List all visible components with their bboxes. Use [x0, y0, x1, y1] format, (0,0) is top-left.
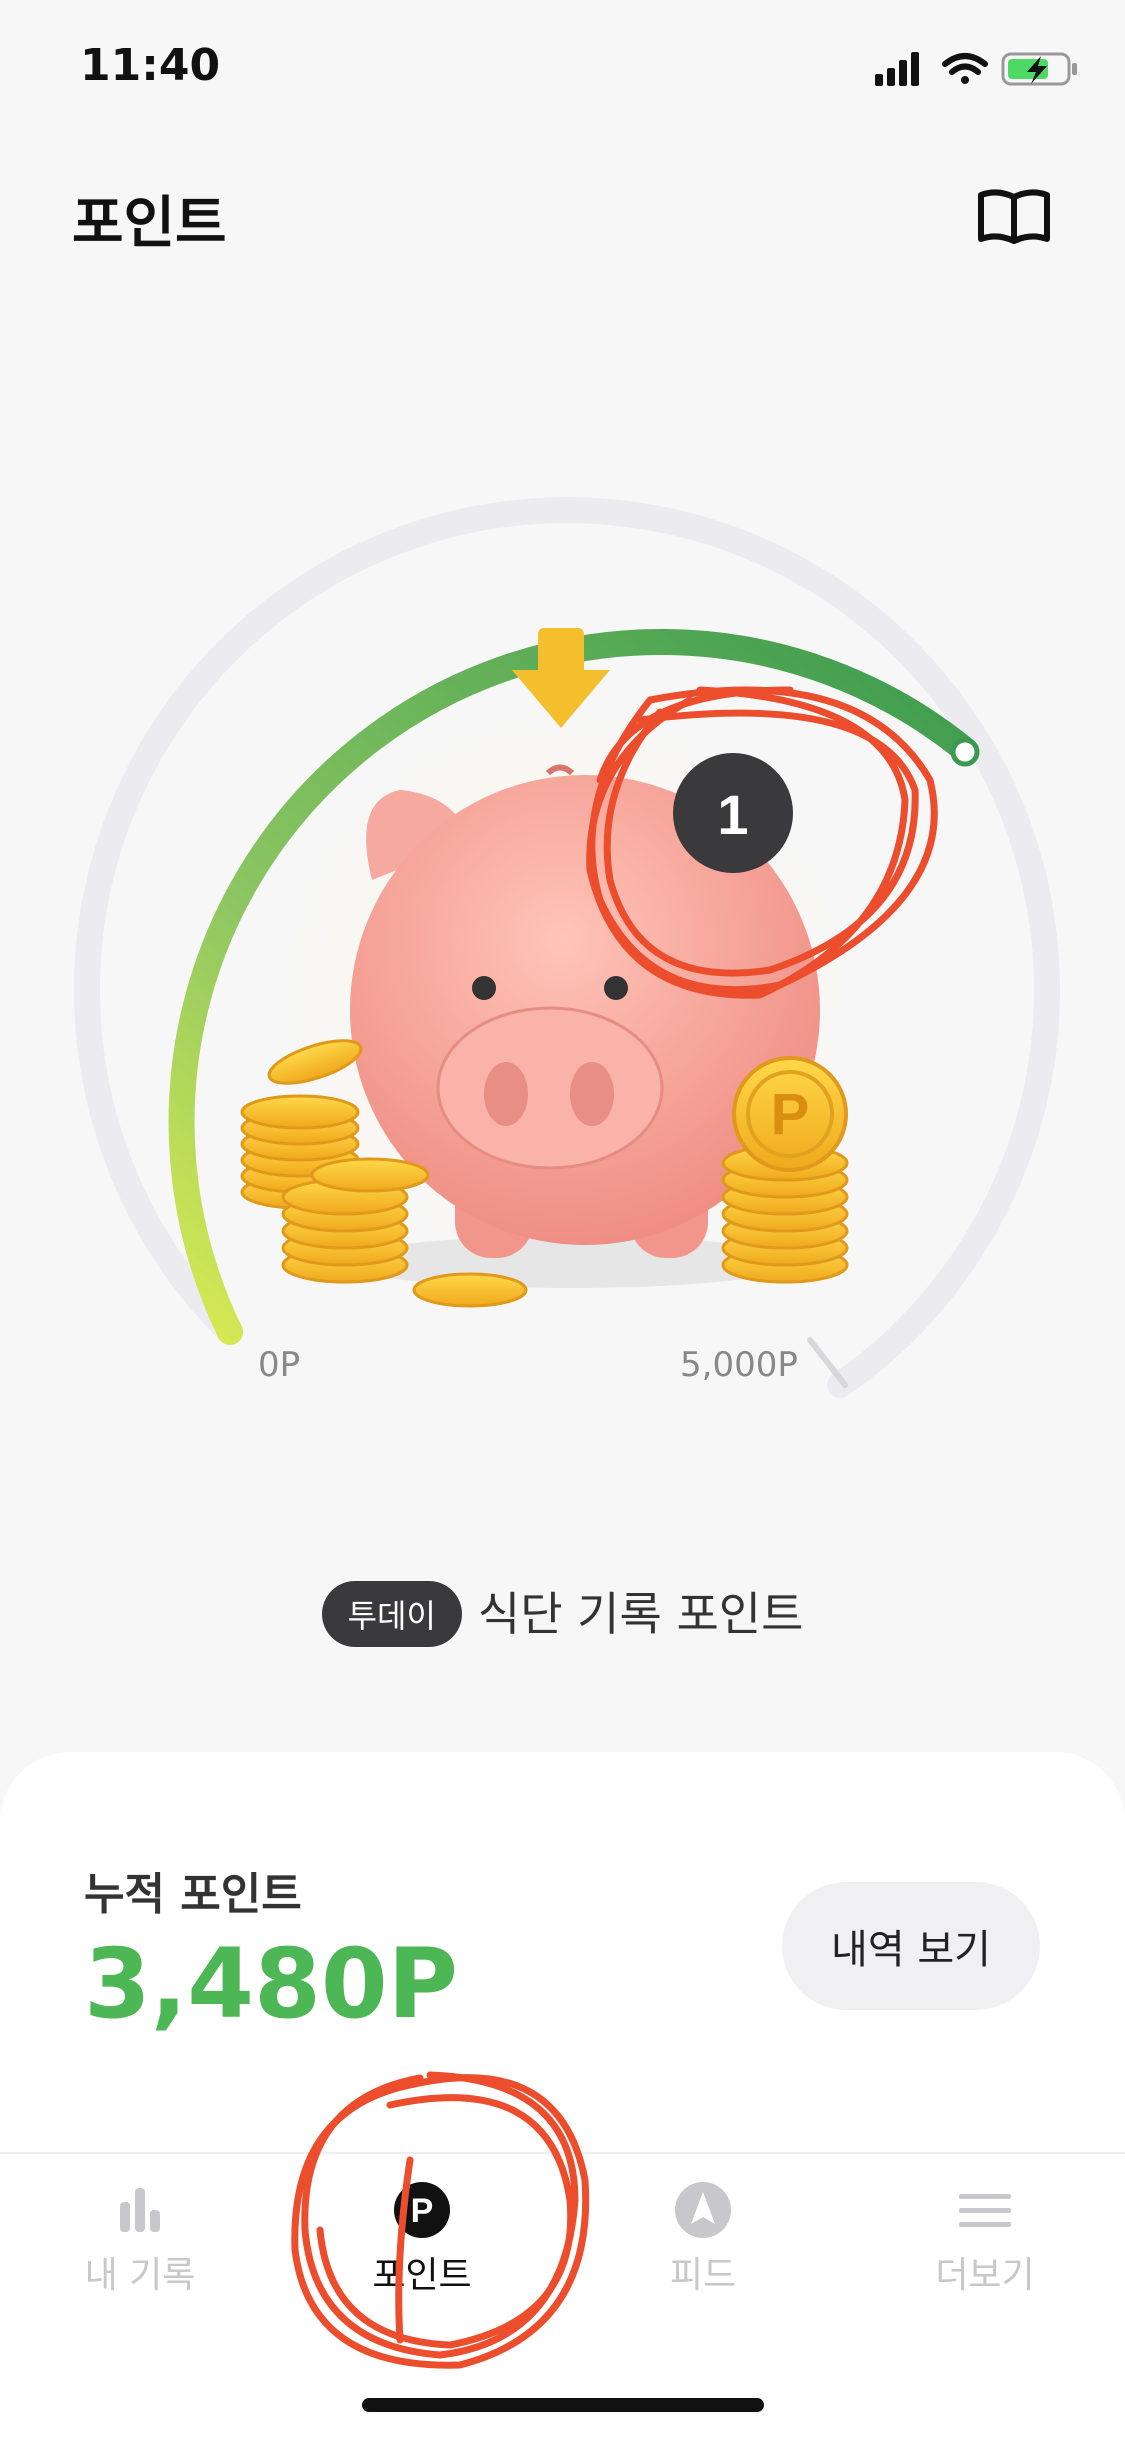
- gauge-progress-knob: [950, 737, 980, 767]
- menu-icon: [959, 2194, 1011, 2227]
- svg-text:P: P: [411, 2192, 434, 2230]
- tab-feed-label: 피드: [669, 2255, 737, 2296]
- signal-icon: [875, 52, 919, 86]
- bar-chart-icon: [120, 2188, 160, 2232]
- home-indicator: [362, 2398, 764, 2412]
- tab-points-label: 포인트: [372, 2255, 472, 2296]
- tab-feed[interactable]: 피드: [603, 2180, 803, 2298]
- tab-my-records-label: 내 기록: [84, 2255, 196, 2296]
- p-coin-icon: P: [732, 1056, 848, 1172]
- accumulated-points-value: 3,480P: [84, 1928, 459, 2040]
- svg-text:P: P: [771, 1082, 810, 1147]
- accumulated-points-label: 누적 포인트: [84, 1869, 302, 1920]
- status-icons: [875, 52, 1077, 86]
- tab-more-label: 더보기: [935, 2255, 1035, 2296]
- count-badge-number: 1: [717, 783, 748, 846]
- tab-my-records[interactable]: 내 기록: [40, 2180, 240, 2298]
- today-points-label: 식단 기록 포인트: [477, 1587, 804, 1641]
- compass-icon: [675, 2182, 731, 2238]
- status-time: 11:40: [80, 40, 221, 91]
- today-points-row: 투데이 식단 기록 포인트: [0, 1578, 1125, 1651]
- tab-points[interactable]: P 포인트: [322, 2180, 522, 2298]
- today-badge: 투데이: [321, 1580, 462, 1647]
- points-p-icon: P: [394, 2182, 450, 2238]
- gauge-min-label: 0P: [258, 1345, 301, 1385]
- wifi-icon: [942, 53, 988, 84]
- gauge-max-label: 5,000P: [680, 1345, 798, 1385]
- gauge-end-tick: [807, 1337, 848, 1388]
- battery-charging-icon: [1001, 52, 1077, 86]
- view-history-button[interactable]: 내역 보기: [782, 1882, 1040, 2010]
- tab-more[interactable]: 더보기: [885, 2180, 1085, 2298]
- page-title: 포인트: [72, 191, 227, 256]
- points-gauge: P 1: [74, 497, 1060, 1398]
- book-open-icon[interactable]: [975, 185, 1053, 247]
